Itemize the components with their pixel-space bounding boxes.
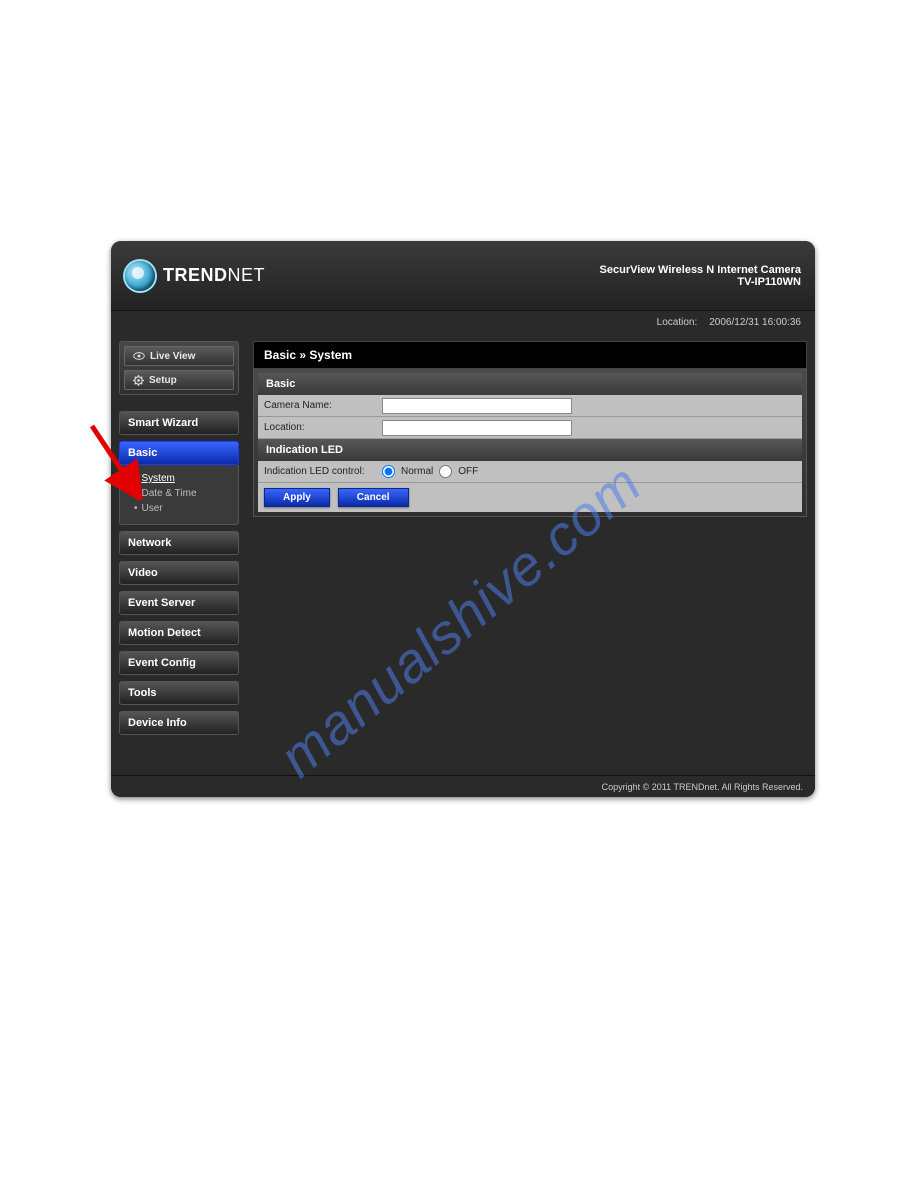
nav-event-server[interactable]: Event Server — [119, 591, 239, 615]
timestamp: 2006/12/31 16:00:36 — [709, 317, 801, 328]
subnav-date-time[interactable]: Date & Time — [134, 486, 228, 501]
nav-device-info[interactable]: Device Info — [119, 711, 239, 735]
product-title-line2: TV-IP110WN — [600, 276, 801, 288]
apply-button[interactable]: Apply — [264, 488, 330, 507]
led-control-label: Indication LED control: — [258, 462, 378, 481]
settings-panel: Basic Camera Name: Location: Indication … — [253, 369, 807, 517]
camera-name-input[interactable] — [382, 398, 572, 414]
section-basic-header: Basic — [258, 373, 802, 395]
subnav-user[interactable]: User — [134, 501, 228, 516]
nav-tools[interactable]: Tools — [119, 681, 239, 705]
gear-icon — [133, 375, 144, 386]
subnav-date-time-label: Date & Time — [142, 488, 197, 499]
body: Live View Setup — [111, 333, 815, 775]
led-off-radio[interactable] — [439, 465, 452, 478]
nav-motion-detect[interactable]: Motion Detect — [119, 621, 239, 645]
product-title-line1: SecurView Wireless N Internet Camera — [600, 264, 801, 276]
row-camera-name: Camera Name: — [258, 395, 802, 417]
location-form-label: Location: — [258, 418, 378, 437]
eye-icon — [133, 352, 145, 360]
subnav-system[interactable]: System — [134, 471, 228, 486]
location-label: Location: — [657, 317, 698, 328]
camera-name-label: Camera Name: — [258, 396, 378, 415]
app-window: TRENDNET SecurView Wireless N Internet C… — [111, 241, 815, 797]
nav-event-config[interactable]: Event Config — [119, 651, 239, 675]
location-input[interactable] — [382, 420, 572, 436]
subnav-basic: System Date & Time User — [119, 465, 239, 525]
subnav-user-label: User — [142, 503, 163, 514]
copyright: Copyright © 2011 TRENDnet. All Rights Re… — [602, 782, 803, 792]
led-off-label: OFF — [458, 466, 478, 477]
brand-text: TRENDNET — [163, 265, 265, 286]
section-led-header: Indication LED — [258, 439, 802, 461]
breadcrumb: Basic » System — [253, 341, 807, 369]
live-view-label: Live View — [150, 351, 195, 362]
product-title: SecurView Wireless N Internet Camera TV-… — [600, 264, 801, 288]
main-panel: Basic » System Basic Camera Name: Locati… — [253, 341, 807, 775]
led-normal-label: Normal — [401, 466, 433, 477]
brand: TRENDNET — [125, 261, 265, 291]
setup-label: Setup — [149, 375, 177, 386]
action-row: Apply Cancel — [258, 483, 802, 512]
subnav-system-label: System — [142, 473, 175, 484]
nav-smart-wizard[interactable]: Smart Wizard — [119, 411, 239, 435]
nav-basic[interactable]: Basic — [119, 441, 239, 465]
header: TRENDNET SecurView Wireless N Internet C… — [111, 241, 815, 311]
nav-video[interactable]: Video — [119, 561, 239, 585]
live-view-button[interactable]: Live View — [124, 346, 234, 366]
row-led-control: Indication LED control: Normal OFF — [258, 461, 802, 483]
nav-network[interactable]: Network — [119, 531, 239, 555]
sidebar: Live View Setup — [119, 341, 239, 775]
cancel-button[interactable]: Cancel — [338, 488, 409, 507]
row-location: Location: — [258, 417, 802, 439]
quick-buttons-box: Live View Setup — [119, 341, 239, 395]
subheader: Location: 2006/12/31 16:00:36 — [111, 311, 815, 333]
brand-logo-icon — [125, 261, 155, 291]
footer: Copyright © 2011 TRENDnet. All Rights Re… — [111, 775, 815, 797]
setup-button[interactable]: Setup — [124, 370, 234, 390]
led-normal-radio[interactable] — [382, 465, 395, 478]
